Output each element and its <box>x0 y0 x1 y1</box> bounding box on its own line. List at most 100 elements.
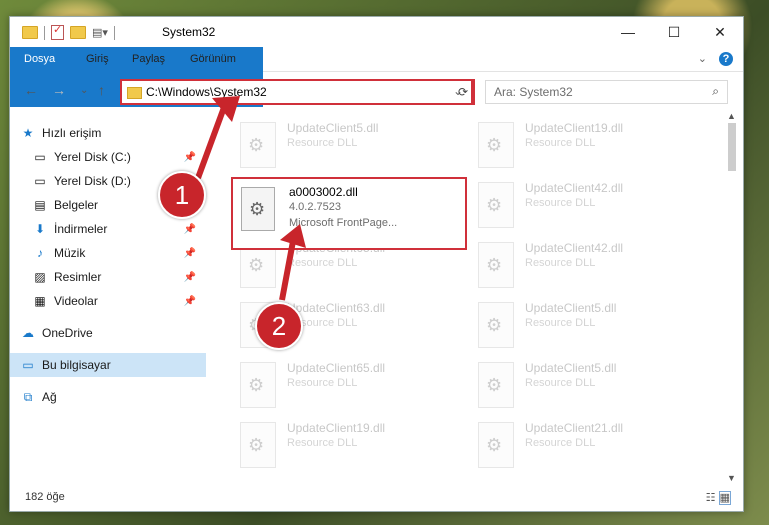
file-description: Resource DLL <box>287 377 358 389</box>
file-name: UpdateClient19.dll <box>525 121 624 135</box>
sidebar-item-drive-c[interactable]: ▭ Yerel Disk (C:) 📌 <box>32 145 206 169</box>
dll-file-icon <box>240 122 276 168</box>
dll-file-icon <box>240 422 276 468</box>
list-item[interactable]: UpdateClient5.dll Resource DLL <box>463 295 688 355</box>
maximize-button[interactable]: ☐ <box>651 17 697 47</box>
file-company: Microsoft FrontPage... <box>289 217 398 229</box>
scroll-up-icon[interactable]: ▲ <box>727 111 736 121</box>
sidebar-item-this-pc[interactable]: ▭ Bu bilgisayar <box>10 353 206 377</box>
list-item[interactable]: UpdateClient5.dll Resource DLL <box>225 115 450 175</box>
close-button[interactable]: ✕ <box>697 17 743 47</box>
sidebar-item-downloads[interactable]: ⬇ İndirmeler 📌 <box>32 217 206 241</box>
sidebar-item-pictures[interactable]: ▨ Resimler 📌 <box>32 265 206 289</box>
navigation-pane: ★ Hızlı erişim ▭ Yerel Disk (C:) 📌 ▭ Yerel D… <box>10 113 206 483</box>
file-name: UpdateClient5.dll <box>525 301 617 315</box>
file-description: Resource DLL <box>525 377 596 389</box>
search-placeholder: Ara: System32 <box>494 85 573 99</box>
drive-icon: ▭ <box>34 150 46 164</box>
file-name: UpdateClient5.dll <box>287 121 379 135</box>
dll-file-icon <box>478 302 514 348</box>
pin-icon: 📌 <box>183 151 196 163</box>
title-bar: ▤▾ System32 — ☐ ✕ <box>10 17 743 47</box>
forward-icon[interactable]: → <box>52 82 66 98</box>
sidebar-item-label: Belgeler <box>54 198 99 212</box>
expand-ribbon-icon[interactable]: ⌄ <box>698 53 707 65</box>
list-item[interactable]: UpdateClient21.dll Resource DLL <box>463 415 688 475</box>
computer-icon: ▭ <box>22 358 34 372</box>
file-name: UpdateClient63.dll <box>287 301 386 315</box>
list-item[interactable]: UpdateClient42.dll Resource DLL <box>463 235 688 295</box>
file-version: 4.0.2.7523 <box>289 201 341 213</box>
refresh-button[interactable]: ⟳ <box>453 79 475 105</box>
list-item[interactable]: UpdateClient19.dll Resource DLL <box>463 115 688 175</box>
pin-icon: 📌 <box>183 223 196 235</box>
dll-file-icon <box>478 242 514 288</box>
item-count: 182 öğe <box>25 491 65 503</box>
pin-icon: 📌 <box>183 271 196 283</box>
tab-home[interactable]: Giriş <box>72 47 123 71</box>
help-icon[interactable]: ? <box>719 52 733 66</box>
search-icon: ⌕ <box>712 84 719 98</box>
search-input[interactable]: Ara: System32 ⌕ <box>485 80 728 104</box>
sidebar-item-onedrive[interactable]: ☁ OneDrive <box>20 321 206 345</box>
dll-file-icon <box>240 362 276 408</box>
pin-icon: 📌 <box>183 247 196 259</box>
address-bar[interactable]: C:\Windows\System32 ⌄ <box>120 79 473 105</box>
step-badge-2: 2 <box>255 302 303 350</box>
sidebar-item-label: Videolar <box>54 294 98 308</box>
dll-file-icon <box>478 122 514 168</box>
window-title: System32 <box>162 25 216 39</box>
dll-file-icon <box>241 187 275 231</box>
quick-access-toolbar: ▤▾ <box>22 23 115 40</box>
sidebar-item-quick-access[interactable]: ★ Hızlı erişim <box>20 121 216 145</box>
view-toggle: ☷ ▦ <box>706 491 731 505</box>
picture-icon: ▨ <box>34 270 46 284</box>
dll-file-icon <box>478 422 514 468</box>
ribbon-controls: ⌄? <box>698 52 733 66</box>
list-item[interactable]: UpdateClient65.dll Resource DLL <box>225 355 450 415</box>
recent-locations-icon[interactable]: ⌄ <box>80 85 88 96</box>
explorer-window: ▤▾ System32 — ☐ ✕ Dosya Giriş Paylaş Gör… <box>9 16 744 512</box>
file-description: Resource DLL <box>287 137 358 149</box>
highlighted-file[interactable]: a0003002.dll 4.0.2.7523 Microsoft FrontP… <box>231 177 467 250</box>
file-description: Resource DLL <box>525 437 596 449</box>
file-name: a0003002.dll <box>289 185 358 199</box>
address-path: C:\Windows\System32 <box>146 85 267 99</box>
step-badge-1: 1 <box>158 171 206 219</box>
sidebar-item-label: Yerel Disk (C:) <box>54 150 131 164</box>
sidebar-item-network[interactable]: ⧉ Ağ <box>20 385 206 409</box>
up-icon[interactable]: ↑ <box>98 82 105 98</box>
properties-icon[interactable] <box>51 23 64 40</box>
file-name: UpdateClient65.dll <box>287 361 386 375</box>
sidebar-item-label: Müzik <box>54 246 86 260</box>
tab-view[interactable]: Görünüm <box>176 47 250 71</box>
folder-icon <box>127 87 142 99</box>
ribbon: Dosya Giriş Paylaş Görünüm ⌄? <box>10 47 743 107</box>
dll-file-icon <box>478 182 514 228</box>
minimize-button[interactable]: — <box>605 17 651 47</box>
vertical-scrollbar[interactable]: ▲ ▼ <box>725 111 739 483</box>
download-icon: ⬇ <box>34 222 46 236</box>
file-description: Resource DLL <box>525 317 596 329</box>
file-description: Resource DLL <box>287 437 358 449</box>
sidebar-item-label: Hızlı erişim <box>42 126 102 140</box>
cloud-icon: ☁ <box>22 326 34 340</box>
folder-icon[interactable] <box>22 26 38 39</box>
sidebar-item-music[interactable]: ♪ Müzik 📌 <box>32 241 206 265</box>
new-folder-icon[interactable] <box>70 26 86 39</box>
details-view-icon[interactable]: ☷ <box>706 492 716 504</box>
scroll-thumb[interactable] <box>728 123 736 171</box>
list-item[interactable]: UpdateClient5.dll Resource DLL <box>463 355 688 415</box>
list-item[interactable]: UpdateClient19.dll Resource DLL <box>225 415 450 475</box>
large-icons-view-icon[interactable]: ▦ <box>718 491 731 505</box>
customize-icon[interactable]: ▤▾ <box>92 26 108 39</box>
separator <box>44 25 45 40</box>
tab-share[interactable]: Paylaş <box>118 47 179 71</box>
window-controls: — ☐ ✕ <box>605 17 743 47</box>
navigation-bar: ← → ⌄ ↑ C:\Windows\System32 ⌄ ⟳ Ara: Sys… <box>10 75 743 107</box>
list-item[interactable]: UpdateClient42.dll Resource DLL <box>463 175 688 235</box>
back-icon[interactable]: ← <box>24 82 38 98</box>
sidebar-item-videos[interactable]: ▦ Videolar 📌 <box>32 289 206 313</box>
scroll-down-icon[interactable]: ▼ <box>727 473 736 483</box>
file-name: UpdateClient19.dll <box>287 421 386 435</box>
